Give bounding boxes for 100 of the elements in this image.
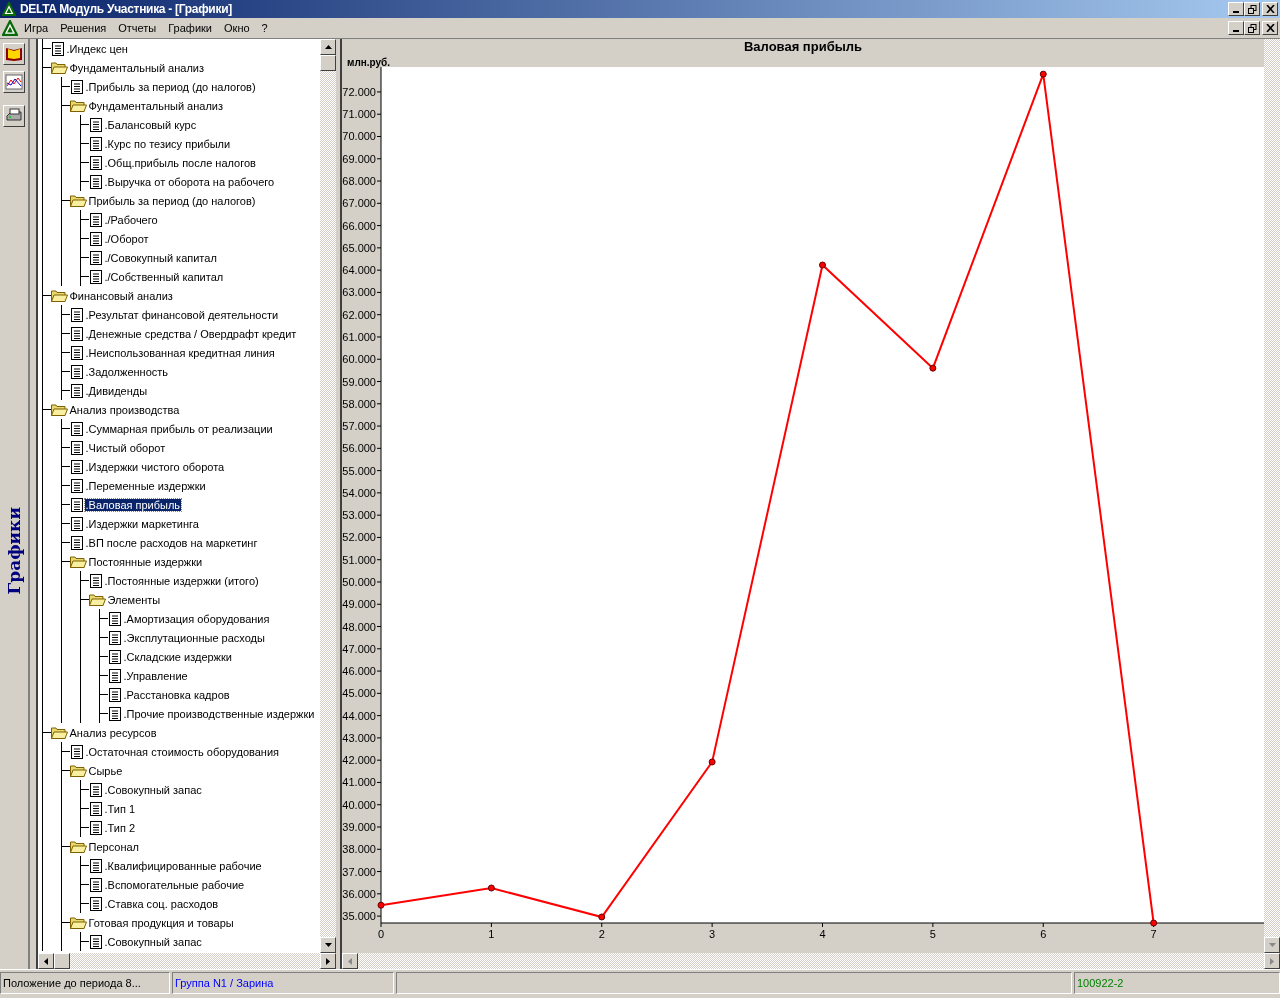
- data-point: [598, 913, 606, 921]
- tree-item[interactable]: Фундаментальный анализ: [87, 99, 224, 112]
- tree-item[interactable]: .Задолженность: [84, 365, 170, 378]
- vertical-scrollbar[interactable]: [320, 39, 336, 953]
- tree-item[interactable]: .Эксплутационные расходы: [122, 631, 266, 644]
- tree-item[interactable]: .Издержки маркетинга: [84, 517, 200, 530]
- tree-item[interactable]: .Суммарная прибыль от реализации: [84, 422, 274, 435]
- tree-item[interactable]: Прибыль за период (до налогов): [87, 194, 257, 207]
- tree-item[interactable]: ./Собственный капитал: [103, 270, 225, 283]
- tree-item[interactable]: Персонал: [87, 840, 140, 853]
- tree-item[interactable]: Анализ производства: [68, 403, 181, 416]
- tree-item[interactable]: .Курс по тезису прибыли: [103, 137, 232, 150]
- scroll-down-icon[interactable]: [1264, 937, 1280, 953]
- tree-item[interactable]: .Складские издержки: [122, 650, 233, 663]
- tree-item[interactable]: ./Совокупный капитал: [103, 251, 218, 264]
- book-icon[interactable]: [2, 43, 25, 65]
- y-tick-label: 46.000: [342, 665, 376, 678]
- tree-item[interactable]: .Амортизация оборудования: [122, 612, 271, 625]
- open-folder-icon: [69, 194, 87, 207]
- y-tick-label: 41.000: [342, 776, 376, 789]
- scroll-left-icon[interactable]: [37, 953, 54, 969]
- tree-item[interactable]: .Валовая прибыль: [84, 498, 182, 511]
- minimize-button[interactable]: [1228, 2, 1244, 16]
- x-tick-label: 5: [929, 928, 936, 940]
- menu-item[interactable]: Игра: [18, 22, 55, 34]
- y-tick-label: 35.000: [342, 910, 376, 923]
- scroll-down-icon[interactable]: [320, 937, 336, 953]
- restore-button[interactable]: [1244, 2, 1260, 16]
- status-group: Группа N1 / Зарина: [172, 972, 394, 994]
- horizontal-scrollbar[interactable]: [37, 953, 336, 969]
- scroll-right-icon[interactable]: [320, 953, 336, 969]
- tree-item[interactable]: .Дивиденды: [84, 384, 149, 397]
- y-tick-label: 38.000: [342, 843, 376, 856]
- tree-item[interactable]: .Общ.прибыль после налогов: [103, 156, 257, 169]
- printer-icon[interactable]: [2, 105, 25, 127]
- y-axis-label: млн.руб.: [347, 57, 391, 68]
- y-tick-label: 42.000: [342, 754, 376, 767]
- tree-item[interactable]: .Остаточная стоимость оборудования: [84, 745, 281, 758]
- menu-item[interactable]: Отчеты: [112, 22, 163, 34]
- y-tick-label: 72.000: [342, 85, 376, 98]
- tree-item[interactable]: .Переменные издержки: [84, 479, 207, 492]
- scroll-right-icon[interactable]: [1264, 953, 1280, 969]
- open-folder-icon: [69, 99, 87, 112]
- x-tick-label: 7: [1150, 928, 1157, 940]
- tree-item[interactable]: .Чистый оборот: [84, 441, 167, 454]
- restore-icon: [1247, 4, 1257, 14]
- y-tick-label: 37.000: [342, 865, 376, 878]
- restore-button[interactable]: [1244, 21, 1260, 35]
- tree-item[interactable]: .Расстановка кадров: [122, 688, 231, 701]
- tree-item[interactable]: .Издержки чистого оборота: [84, 460, 226, 473]
- vertical-scrollbar[interactable]: [1264, 39, 1280, 953]
- menu-item[interactable]: Решения: [54, 22, 113, 34]
- tree-item[interactable]: .Индекс цен: [65, 42, 129, 55]
- tree-item[interactable]: .Прочие производственные издержки: [122, 707, 316, 720]
- tree-item[interactable]: .Выручка от оборота на рабочего: [103, 175, 276, 188]
- tree-item[interactable]: Сырье: [87, 764, 124, 777]
- tree-item[interactable]: .Постоянные издержки (итого): [103, 574, 260, 587]
- tree-item[interactable]: Финансовый анализ: [68, 289, 174, 302]
- menu-item[interactable]: Окно: [218, 22, 256, 34]
- tree-item[interactable]: .ВП после расходов на маркетинг: [84, 536, 259, 549]
- tree-item[interactable]: .Неиспользованная кредитная линия: [84, 346, 276, 359]
- close-button[interactable]: [1262, 2, 1278, 16]
- menu-item[interactable]: ?: [255, 22, 274, 34]
- tree-item[interactable]: .Совокупный запас: [103, 783, 203, 796]
- tree-item[interactable]: .Вспомогательные рабочие: [103, 878, 246, 891]
- tree-item[interactable]: ./Рабочего: [103, 213, 159, 226]
- tree-item[interactable]: .Денежные средства / Овердрафт кредит: [84, 327, 298, 340]
- y-tick-label: 36.000: [342, 887, 376, 900]
- tree-item[interactable]: .Прибыль за период (до налогов): [84, 80, 257, 93]
- tree-item[interactable]: .Управление: [122, 669, 189, 682]
- tree-item[interactable]: Фундаментальный анализ: [68, 61, 205, 74]
- tree-item[interactable]: .Совокупный запас: [103, 935, 203, 948]
- close-button[interactable]: [1262, 21, 1278, 35]
- tree-item[interactable]: .Результат финансовой деятельности: [84, 308, 280, 321]
- y-tick-label: 66.000: [342, 219, 376, 232]
- scroll-left-icon[interactable]: [342, 953, 358, 969]
- tree-item[interactable]: .Балансовый курс: [103, 118, 198, 131]
- tree-item[interactable]: .Квалифицированные рабочие: [103, 859, 263, 872]
- minimize-button[interactable]: [1228, 21, 1244, 35]
- tree-item[interactable]: Элементы: [106, 593, 162, 606]
- tree-item[interactable]: Готовая продукция и товары: [87, 916, 235, 929]
- data-point: [819, 261, 826, 269]
- open-folder-icon: [69, 764, 87, 777]
- y-tick-label: 71.000: [342, 108, 376, 121]
- line-chart-icon[interactable]: [2, 71, 25, 93]
- tree-item[interactable]: .Тип 1: [103, 802, 137, 815]
- y-tick-label: 58.000: [342, 397, 376, 410]
- x-tick-label: 2: [598, 928, 605, 940]
- tree-item[interactable]: .Ставка соц. расходов: [103, 897, 220, 910]
- menu-item[interactable]: Графики: [162, 22, 218, 34]
- scroll-up-icon[interactable]: [320, 39, 336, 55]
- scroll-thumb[interactable]: [320, 55, 336, 71]
- y-tick-label: 51.000: [342, 553, 376, 566]
- horizontal-scrollbar[interactable]: [342, 953, 1280, 969]
- tree-item[interactable]: Постоянные издержки: [87, 555, 204, 568]
- tree-item[interactable]: Анализ ресурсов: [68, 726, 158, 739]
- y-tick-label: 63.000: [342, 286, 376, 299]
- data-point: [708, 758, 716, 766]
- tree-item[interactable]: .Тип 2: [103, 821, 137, 834]
- tree-item[interactable]: ./Оборот: [103, 232, 150, 245]
